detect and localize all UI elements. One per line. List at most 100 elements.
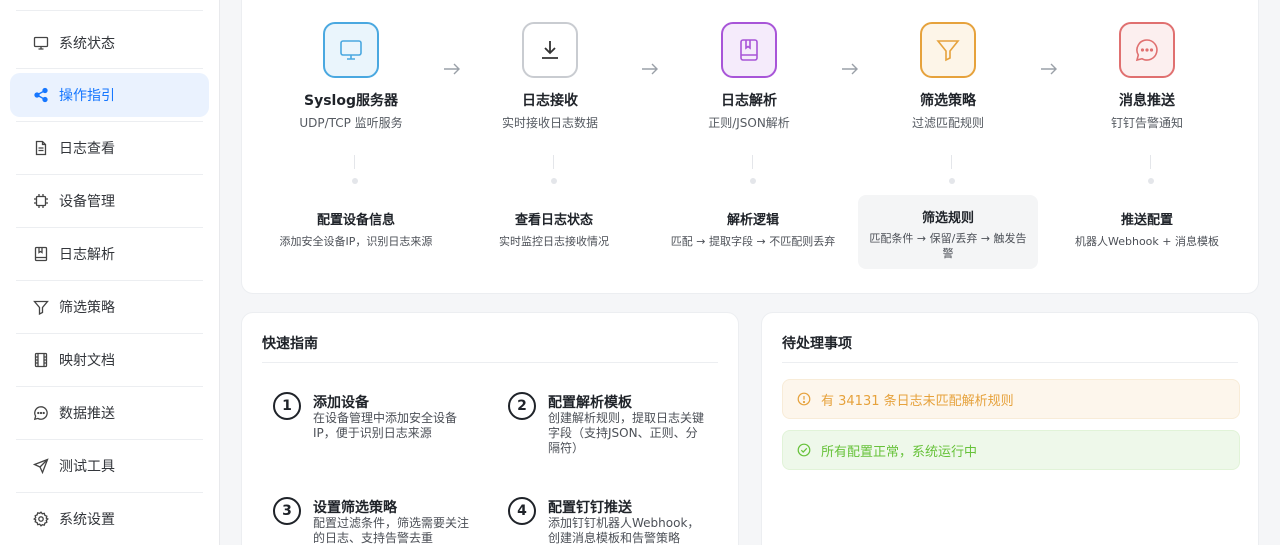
connector-dot [1148,178,1154,184]
share-icon [33,87,49,103]
alert-text: 有 34131 条日志未匹配解析规则 [821,393,1014,409]
sidebar-divider [16,333,203,334]
sidebar-divider [16,174,203,175]
book-icon [33,246,49,262]
flow-detail-desc: 机器人Webhook + 消息模板 [1075,235,1219,248]
sidebar-item-mapping-docs[interactable]: 映射文档 [16,340,203,380]
gear-icon [33,511,49,527]
chat-icon [33,405,49,421]
sidebar-item-label: 映射文档 [59,353,115,369]
arrow-right-icon [1040,61,1058,75]
connector-dot [750,178,756,184]
sidebar-item-system-status[interactable]: 系统状态 [16,23,203,63]
sidebar-item-label: 系统状态 [59,36,115,52]
sidebar-item-test-tools[interactable]: 测试工具 [16,446,203,486]
monitor-icon [33,35,49,51]
guide-step-desc: 添加钉钉机器人Webhook，创建消息模板和告警策略 [548,516,700,545]
system-ok-alert: 所有配置正常，系统运行中 [782,430,1240,470]
sidebar-item-label: 操作指引 [59,88,115,104]
sidebar-item-guide[interactable]: 操作指引 [10,73,209,117]
sidebar-item-device-management[interactable]: 设备管理 [16,181,203,221]
flow-detail-title: 查看日志状态 [514,213,593,228]
flow-detail-push-config: 推送配置 机器人Webhook + 消息模板 [1057,209,1237,249]
flow-detail-filter-rules[interactable]: 筛选规则 匹配条件 → 保留/丢弃 → 触发告警 [858,195,1038,269]
sidebar-item-data-push[interactable]: 数据推送 [16,393,203,433]
guide-step-title: 添加设备 [313,395,369,411]
flow-step-message-push: 消息推送 钉钉告警通知 [1057,0,1237,131]
guide-step-title: 配置解析模板 [548,395,632,411]
sidebar-divider [16,439,203,440]
guide-step-desc: 配置过滤条件，筛选需要关注的日志、支持告警去重 [313,516,470,545]
chip-icon [33,193,49,209]
connector-line [951,155,952,169]
step-number-badge: 2 [508,392,536,420]
quick-guide-title: 快速指南 [262,333,718,363]
sidebar-divider [16,227,203,228]
arrow-right-icon [443,61,461,75]
connector-line [752,155,753,169]
guide-step-title: 配置钉钉推送 [548,500,632,516]
guide-step-desc: 创建解析规则，提取日志关键字段（支持JSON、正则、分隔符） [548,411,705,455]
flow-step-log-parse: 日志解析 正则/JSON解析 [659,0,839,131]
flow-detail-title: 解析逻辑 [726,213,779,228]
connector-dot [352,178,358,184]
pending-items-title: 待处理事项 [782,333,1238,363]
sidebar-divider [16,121,203,122]
sidebar-item-log-parsing[interactable]: 日志解析 [16,234,203,274]
flow-step-title: 日志接收 [522,93,578,109]
arrow-right-icon [641,61,659,75]
sidebar-item-label: 日志查看 [59,141,115,157]
quick-guide-card: 快速指南 1 添加设备 在设备管理中添加安全设备IP，便于识别日志来源 2 配置… [241,312,739,545]
film-icon [33,352,49,368]
document-icon [33,140,49,156]
flow-step-subtitle: 正则/JSON解析 [708,116,790,130]
flow-detail-desc: 匹配条件 → 保留/丢弃 → 触发告警 [869,232,1027,260]
info-circle-icon [797,392,811,406]
step-number-badge: 3 [273,497,301,525]
sidebar-divider [16,68,203,69]
flow-detail-title: 配置设备信息 [316,213,395,228]
send-icon [33,458,49,474]
sidebar-item-label: 日志解析 [59,247,115,263]
arrow-right-icon [841,61,859,75]
connector-line [354,155,355,169]
flow-detail-configure-device: 配置设备信息 添加安全设备IP，识别日志来源 [266,209,446,249]
flow-detail-desc: 实时监控日志接收情况 [499,235,609,248]
flow-detail-desc: 添加安全设备IP，识别日志来源 [279,235,433,248]
chat-icon [1119,22,1175,78]
sidebar-item-label: 设备管理 [59,194,115,210]
flow-step-title: 日志解析 [721,93,777,109]
sidebar-divider [16,280,203,281]
flow-step-syslog-server: Syslog服务器 UDP/TCP 监听服务 [261,0,441,131]
flow-step-title: 筛选策略 [920,93,976,109]
filter-icon [33,299,49,315]
filter-icon [920,22,976,78]
sidebar-item-filter-policy[interactable]: 筛选策略 [16,287,203,327]
book-icon [721,22,777,78]
connector-line [1150,155,1151,169]
monitor-icon [323,22,379,78]
flow-step-title: Syslog服务器 [304,93,398,109]
sidebar-item-label: 筛选策略 [59,300,115,316]
sidebar-item-system-settings[interactable]: 系统设置 [16,499,203,539]
flow-detail-title: 推送配置 [1120,213,1173,228]
flow-step-filter-policy: 筛选策略 过滤匹配规则 [858,0,1038,131]
guide-step-desc: 在设备管理中添加安全设备IP，便于识别日志来源 [313,411,458,440]
pending-items-card: 待处理事项 有 34131 条日志未匹配解析规则 所有配置正常，系统运行中 [761,312,1259,545]
flow-step-subtitle: 钉钉告警通知 [1110,116,1183,130]
flow-step-subtitle: 过滤匹配规则 [911,116,984,130]
sidebar: 系统状态 操作指引 日志查看 设备管理 日志解析 筛选策略 映射文档 数据推送 … [0,0,220,545]
connector-line [553,155,554,169]
unmatched-logs-alert[interactable]: 有 34131 条日志未匹配解析规则 [782,379,1240,419]
sidebar-divider [16,10,203,11]
connector-dot [949,178,955,184]
workflow-card: Syslog服务器 UDP/TCP 监听服务 日志接收 实时接收日志数据 日志解… [241,0,1259,294]
check-circle-icon [797,443,811,457]
sidebar-item-label: 系统设置 [59,512,115,528]
step-number-badge: 4 [508,497,536,525]
guide-step-title: 设置筛选策略 [313,500,397,516]
sidebar-divider [16,386,203,387]
sidebar-item-label: 测试工具 [59,459,115,475]
sidebar-item-log-view[interactable]: 日志查看 [16,128,203,168]
flow-detail-title: 筛选规则 [921,211,974,226]
